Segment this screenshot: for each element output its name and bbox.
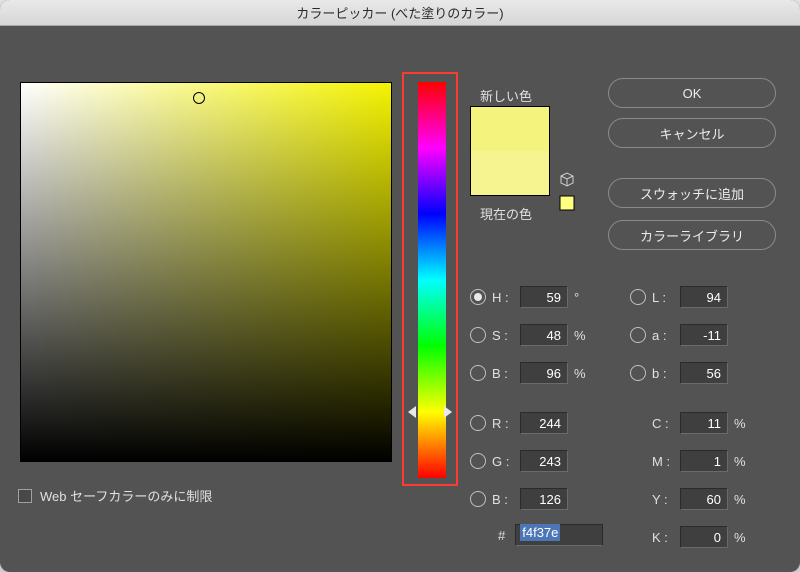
row-lab-b: b :: [630, 360, 728, 386]
label-a: a :: [652, 328, 680, 343]
websafe-label: Web セーフカラーのみに制限: [40, 486, 212, 505]
ok-button[interactable]: OK: [608, 78, 776, 108]
hue-strip-highlight: [402, 72, 458, 486]
websafe-checkbox[interactable]: [18, 489, 32, 503]
content-area: 新しい色 現在の色 OK キャンセル スウォッチに追加 カラーライブラリ H :…: [0, 26, 800, 572]
unit-y: %: [734, 492, 748, 507]
input-a[interactable]: [680, 324, 728, 346]
row-m: M : %: [652, 448, 748, 474]
new-color-label: 新しい色: [480, 86, 532, 105]
square-icon[interactable]: [558, 194, 576, 215]
input-s[interactable]: [520, 324, 568, 346]
color-library-button[interactable]: カラーライブラリ: [608, 220, 776, 250]
sv-cursor: [193, 92, 205, 104]
row-k: K : %: [652, 524, 748, 550]
hex-input[interactable]: f4f37e: [515, 524, 603, 546]
radio-r[interactable]: [470, 415, 486, 431]
hex-value: f4f37e: [520, 524, 560, 541]
cube-icon[interactable]: [558, 170, 576, 191]
hex-row: # f4f37e: [498, 524, 603, 546]
input-lab-b[interactable]: [680, 362, 728, 384]
label-y: Y :: [652, 492, 680, 507]
unit-c: %: [734, 416, 748, 431]
color-swatch: [470, 106, 550, 196]
swatch-current-color[interactable]: [471, 151, 549, 195]
input-h[interactable]: [520, 286, 568, 308]
window-title: カラーピッカー (べた塗りのカラー): [296, 3, 503, 22]
window-titlebar: カラーピッカー (べた塗りのカラー): [0, 0, 800, 26]
label-l: L :: [652, 290, 680, 305]
input-r[interactable]: [520, 412, 568, 434]
ok-label: OK: [683, 86, 702, 101]
row-a: a :: [630, 322, 728, 348]
add-swatch-button[interactable]: スウォッチに追加: [608, 178, 776, 208]
row-s: S : %: [470, 322, 588, 348]
unit-s: %: [574, 328, 588, 343]
label-s: S :: [492, 328, 520, 343]
current-color-label: 現在の色: [480, 204, 532, 223]
swatch-new-color: [471, 107, 549, 151]
unit-hsb-b: %: [574, 366, 588, 381]
radio-h[interactable]: [470, 289, 486, 305]
cancel-button[interactable]: キャンセル: [608, 118, 776, 148]
label-k: K :: [652, 530, 680, 545]
input-l[interactable]: [680, 286, 728, 308]
input-y[interactable]: [680, 488, 728, 510]
radio-a[interactable]: [630, 327, 646, 343]
radio-hsb-b[interactable]: [470, 365, 486, 381]
input-rgb-b[interactable]: [520, 488, 568, 510]
label-h: H :: [492, 290, 520, 305]
input-m[interactable]: [680, 450, 728, 472]
row-r: R :: [470, 410, 568, 436]
hue-slider-left-caret[interactable]: [408, 406, 416, 418]
label-g: G :: [492, 454, 520, 469]
input-k[interactable]: [680, 526, 728, 548]
hue-strip[interactable]: [418, 82, 446, 478]
hue-slider-right-caret[interactable]: [444, 406, 452, 418]
row-hsb-b: B : %: [470, 360, 588, 386]
library-label: カラーライブラリ: [640, 226, 744, 245]
label-m: M :: [652, 454, 680, 469]
label-r: R :: [492, 416, 520, 431]
row-h: H : °: [470, 284, 588, 310]
color-picker-window: カラーピッカー (べた塗りのカラー) 新しい色 現在の色 OK キャンセル スウ…: [0, 0, 800, 572]
label-rgb-b: B :: [492, 492, 520, 507]
label-c: C :: [652, 416, 680, 431]
input-hsb-b[interactable]: [520, 362, 568, 384]
unit-k: %: [734, 530, 748, 545]
radio-s[interactable]: [470, 327, 486, 343]
row-rgb-b: B :: [470, 486, 568, 512]
row-c: C : %: [652, 410, 748, 436]
unit-h: °: [574, 290, 588, 305]
radio-rgb-b[interactable]: [470, 491, 486, 507]
row-y: Y : %: [652, 486, 748, 512]
unit-m: %: [734, 454, 748, 469]
radio-lab-b[interactable]: [630, 365, 646, 381]
add-swatch-label: スウォッチに追加: [640, 184, 744, 203]
label-hsb-b: B :: [492, 366, 520, 381]
hex-prefix: #: [498, 528, 505, 543]
radio-g[interactable]: [470, 453, 486, 469]
row-g: G :: [470, 448, 568, 474]
row-l: L :: [630, 284, 728, 310]
websafe-row: Web セーフカラーのみに制限: [18, 486, 212, 505]
label-lab-b: b :: [652, 366, 680, 381]
input-g[interactable]: [520, 450, 568, 472]
saturation-value-field[interactable]: [20, 82, 392, 462]
cancel-label: キャンセル: [659, 124, 724, 143]
input-c[interactable]: [680, 412, 728, 434]
radio-l[interactable]: [630, 289, 646, 305]
